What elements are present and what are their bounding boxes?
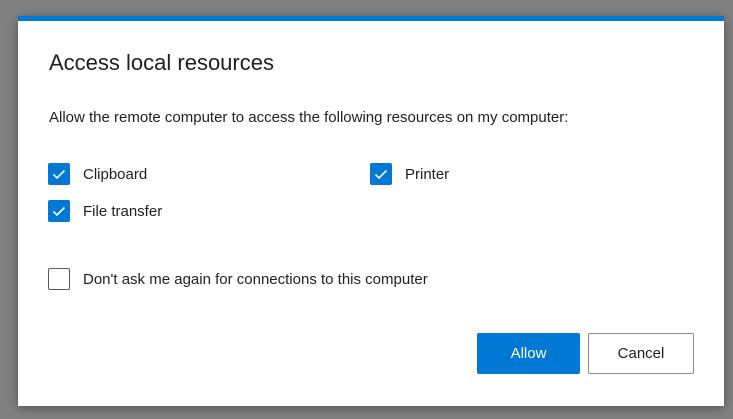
clipboard-checkbox[interactable] [48, 163, 70, 185]
clipboard-label: Clipboard [83, 165, 148, 183]
checkmark-icon [52, 169, 66, 179]
dialog-title: Access local resources [49, 50, 274, 75]
dont-ask-again-option[interactable]: Don't ask me again for connections to th… [48, 268, 428, 290]
dont-ask-again-checkbox[interactable] [48, 268, 70, 290]
file-transfer-label: File transfer [83, 202, 163, 220]
access-local-resources-dialog: Access local resources Allow the remote … [18, 16, 724, 406]
printer-option[interactable]: Printer [370, 163, 449, 185]
file-transfer-checkbox[interactable] [48, 200, 70, 222]
checkmark-icon [374, 169, 388, 179]
checkmark-icon [52, 206, 66, 216]
dialog-accent-bar [18, 16, 724, 21]
printer-checkbox[interactable] [370, 163, 392, 185]
cancel-button[interactable]: Cancel [588, 333, 694, 374]
clipboard-option[interactable]: Clipboard [48, 163, 147, 185]
allow-button[interactable]: Allow [477, 333, 580, 374]
file-transfer-option[interactable]: File transfer [48, 200, 162, 222]
dialog-description: Allow the remote computer to access the … [49, 109, 569, 126]
dont-ask-again-label: Don't ask me again for connections to th… [83, 270, 428, 288]
printer-label: Printer [405, 165, 450, 183]
